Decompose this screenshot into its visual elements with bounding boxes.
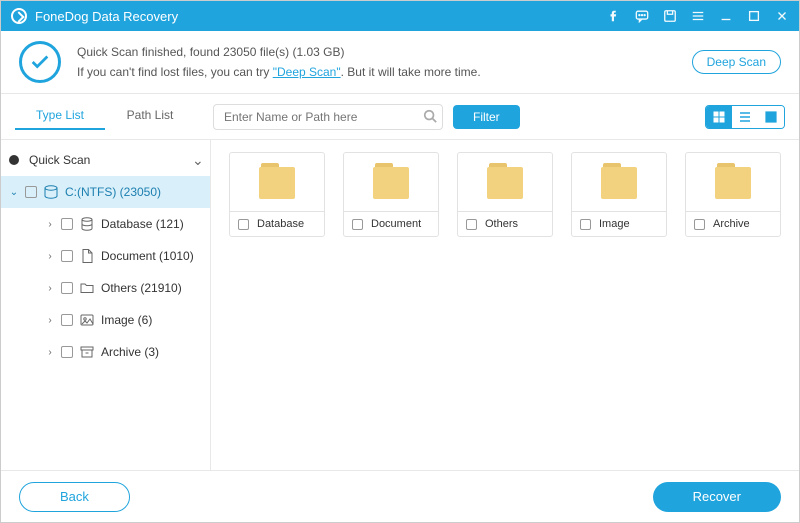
checkbox[interactable] (61, 250, 73, 262)
scan-hint-prefix: If you can't find lost files, you can tr… (77, 65, 273, 79)
chevron-right-icon[interactable]: › (45, 283, 55, 294)
folder-icon (79, 280, 95, 296)
folder-card-archive[interactable]: Archive (685, 152, 781, 237)
search-icon (423, 109, 437, 123)
document-icon (79, 248, 95, 264)
tree-item-label: Archive (3) (101, 345, 159, 359)
tree-item-document[interactable]: › Document (1010) (1, 240, 210, 272)
facebook-icon[interactable] (607, 9, 621, 23)
folder-card-database[interactable]: Database (229, 152, 325, 237)
tree-item-label: Others (21910) (101, 281, 182, 295)
disk-icon (43, 184, 59, 200)
minimize-icon[interactable] (719, 9, 733, 23)
scan-complete-icon (19, 41, 61, 83)
folder-label: Document (371, 218, 421, 230)
maximize-icon[interactable] (747, 9, 761, 23)
tree-item-label: Image (6) (101, 313, 152, 327)
tree-root-quick-scan[interactable]: Quick Scan ⌄ (1, 144, 210, 176)
tab-path-list[interactable]: Path List (105, 102, 195, 130)
folder-icon (255, 163, 299, 199)
chevron-right-icon[interactable]: › (45, 219, 55, 230)
checkbox[interactable] (466, 219, 477, 230)
back-button[interactable]: Back (19, 482, 130, 512)
app-title: FoneDog Data Recovery (35, 9, 178, 24)
checkbox[interactable] (61, 282, 73, 294)
scan-hint-suffix: . But it will take more time. (341, 65, 481, 79)
bullet-icon (9, 155, 19, 165)
search-input[interactable] (213, 104, 443, 130)
deep-scan-link[interactable]: "Deep Scan" (273, 65, 341, 79)
view-detail-button[interactable] (758, 106, 784, 128)
folder-label: Archive (713, 218, 750, 230)
checkbox[interactable] (352, 219, 363, 230)
image-icon (79, 312, 95, 328)
tree-item-label: Document (1010) (101, 249, 194, 263)
archive-icon (79, 344, 95, 360)
tree-item-label: Database (121) (101, 217, 184, 231)
chevron-down-icon[interactable]: ⌄ (9, 187, 19, 198)
tree-drive-node[interactable]: ⌄ C:(NTFS) (23050) (1, 176, 210, 208)
folder-label: Image (599, 218, 630, 230)
folder-icon (597, 163, 641, 199)
folder-card-document[interactable]: Document (343, 152, 439, 237)
folder-icon (369, 163, 413, 199)
checkbox[interactable] (580, 219, 591, 230)
tree-item-others[interactable]: › Others (21910) (1, 272, 210, 304)
folder-card-others[interactable]: Others (457, 152, 553, 237)
view-grid-button[interactable] (706, 106, 732, 128)
checkbox[interactable] (25, 186, 37, 198)
checkbox[interactable] (61, 314, 73, 326)
folder-card-image[interactable]: Image (571, 152, 667, 237)
close-icon[interactable] (775, 9, 789, 23)
chevron-down-icon[interactable]: ⌄ (192, 152, 202, 169)
tree-item-image[interactable]: › Image (6) (1, 304, 210, 336)
recover-button[interactable]: Recover (653, 482, 781, 512)
feedback-icon[interactable] (635, 9, 649, 23)
scan-summary: Quick Scan finished, found 23050 file(s)… (77, 42, 481, 62)
folder-label: Others (485, 218, 518, 230)
chevron-right-icon[interactable]: › (45, 251, 55, 262)
checkbox[interactable] (238, 219, 249, 230)
chevron-right-icon[interactable]: › (45, 347, 55, 358)
view-list-button[interactable] (732, 106, 758, 128)
app-logo (11, 8, 27, 24)
tree-drive-label: C:(NTFS) (23050) (65, 185, 161, 199)
folder-label: Database (257, 218, 304, 230)
chevron-right-icon[interactable]: › (45, 315, 55, 326)
save-icon[interactable] (663, 9, 677, 23)
deep-scan-button[interactable]: Deep Scan (692, 50, 781, 74)
scan-status-text: Quick Scan finished, found 23050 file(s)… (77, 42, 481, 83)
tree-root-label: Quick Scan (29, 153, 90, 167)
tab-type-list[interactable]: Type List (15, 102, 105, 130)
folder-icon (483, 163, 527, 199)
menu-icon[interactable] (691, 9, 705, 23)
filter-button[interactable]: Filter (453, 105, 520, 129)
tree-item-archive[interactable]: › Archive (3) (1, 336, 210, 368)
checkbox[interactable] (61, 218, 73, 230)
database-icon (79, 216, 95, 232)
checkbox[interactable] (694, 219, 705, 230)
tree-item-database[interactable]: › Database (121) (1, 208, 210, 240)
folder-icon (711, 163, 755, 199)
checkbox[interactable] (61, 346, 73, 358)
